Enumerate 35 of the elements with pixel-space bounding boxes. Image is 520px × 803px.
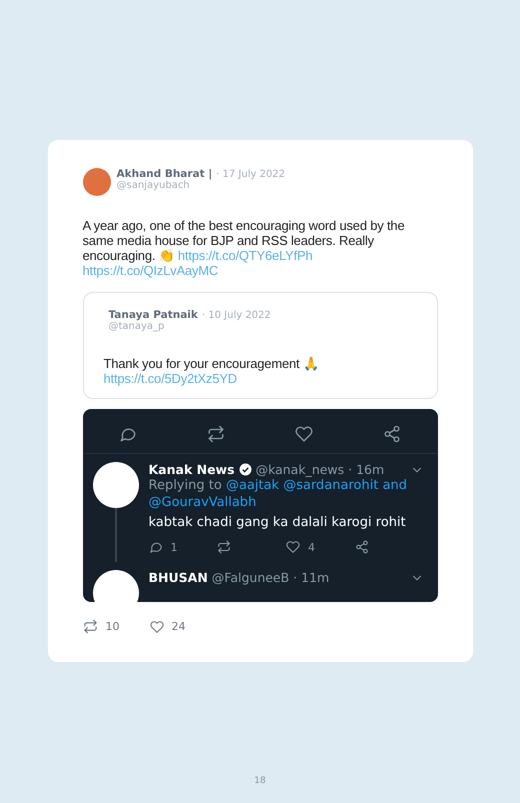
share-icon [383, 425, 402, 443]
avatar [82, 168, 110, 196]
heart-icon [150, 620, 164, 634]
reply-handle: @kanak_news · 16m [256, 462, 386, 477]
heart-icon [295, 425, 314, 443]
like-count: 24 [172, 620, 186, 633]
quoted-author-handle: @tanaya_p [108, 321, 166, 332]
retweet-icon [82, 619, 98, 634]
quoted-tweet-link[interactable]: https://t.co/5Dy2tXz5YD [104, 371, 237, 386]
retweet-count: 10 [106, 620, 120, 633]
reply-author-name: BHUSAN [148, 570, 208, 585]
reply-author-name: Kanak News [148, 462, 235, 477]
reply-handle: @FalguneeB · 11m [212, 570, 330, 585]
quoted-tweet-text: Thank you for your encouragement 🙏 https://t.co/5Dy2tXz5YD [104, 356, 320, 386]
verified-badge-icon [238, 463, 252, 476]
author-handle: @sanjayubach [116, 180, 191, 191]
replying-to-text: Replying to @aajtak @sardanarohit and @GouravVallabh [148, 477, 408, 511]
thread-line [114, 508, 116, 562]
tweet-link[interactable]: https://t.co/QIzLvAayMC [82, 263, 218, 278]
quoted-tweet-date: · 10 July 2022 [202, 310, 271, 321]
reply-text: kabtak chadi gang ka dalali karogi rohit [148, 515, 407, 530]
heart-icon [286, 540, 300, 554]
author-name: Akhand Bharat | [116, 168, 212, 180]
tweet-text: A year ago, one of the best encouraging word used by the same media house for BJP and RSS leaders. Really encouraging. 👏 https://t.co/QTY6eLYfPh https://t.co/QIzLvAayMC [82, 218, 406, 278]
comment-icon [148, 540, 162, 554]
tweet-link[interactable]: https://t.co/QTY6eLYfPh [178, 248, 313, 263]
share-icon [354, 540, 369, 554]
like-count: 4 [308, 540, 315, 554]
retweet-icon [206, 425, 225, 443]
quoted-author-name: Tanaya Patnaik [108, 309, 198, 321]
reply-avatar [92, 462, 138, 508]
tweet-date: · 17 July 2022 [216, 169, 286, 180]
page-number: 18 [254, 776, 266, 786]
reply-count: 1 [170, 540, 178, 554]
retweet-icon [217, 540, 232, 554]
